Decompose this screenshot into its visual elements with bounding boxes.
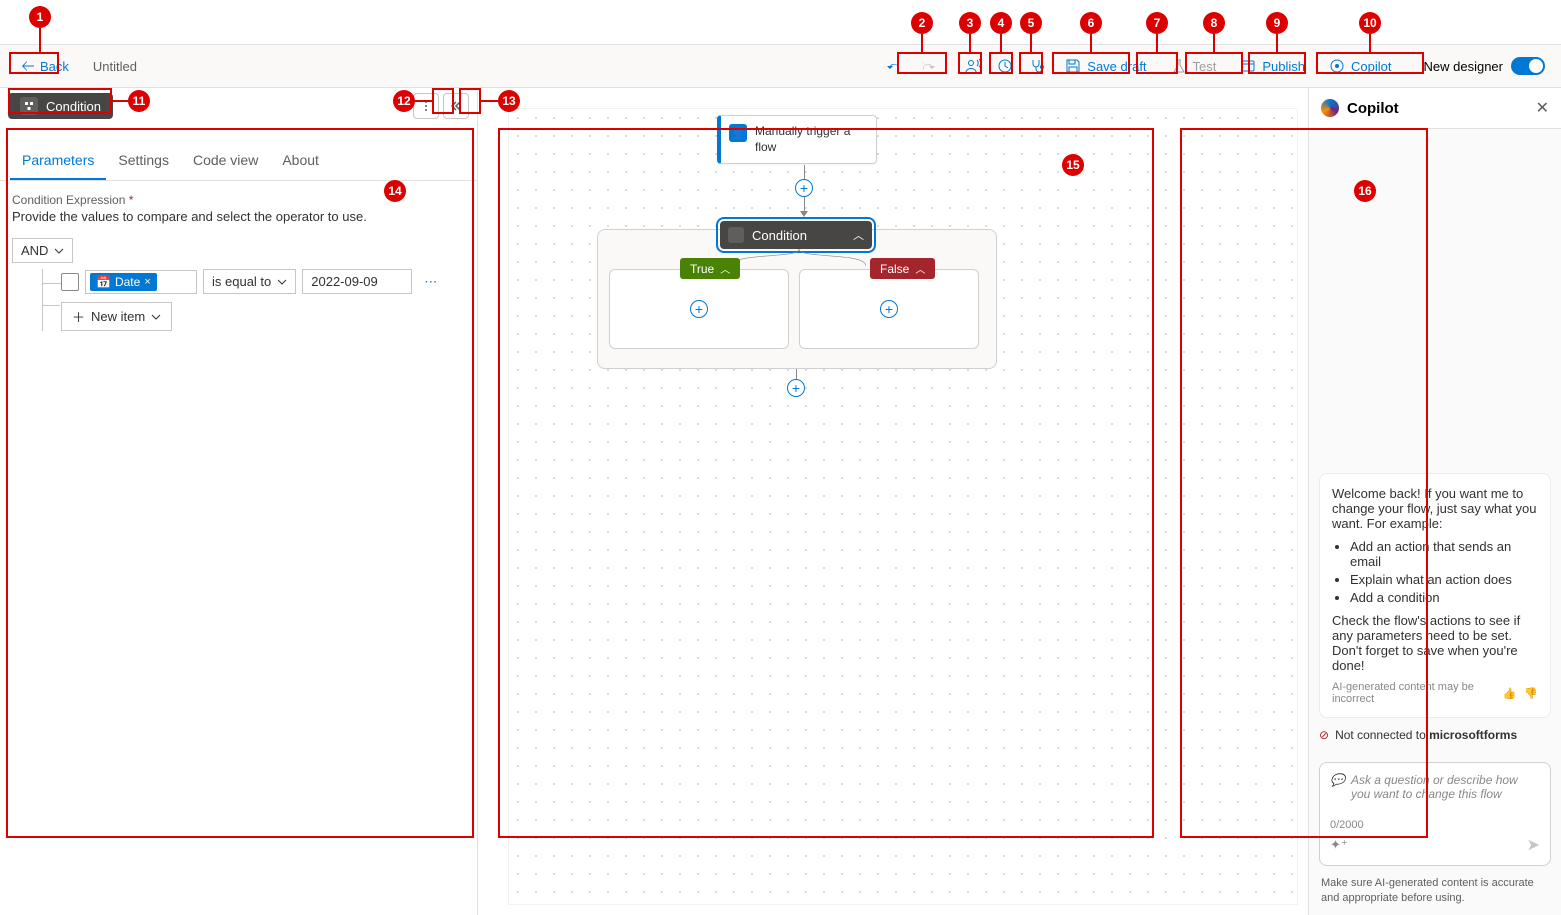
stethoscope-icon [1029,58,1045,74]
copilot-button[interactable]: Copilot [1319,52,1401,80]
row-more-button[interactable]: ⋯ [418,274,443,290]
flask-icon [1171,58,1187,74]
chevron-up-icon: ︿ [720,261,730,276]
true-branch[interactable]: True ︿ + [609,269,789,349]
chevron-up-icon: ︿ [915,261,925,276]
copilot-placeholder: Ask a question or describe how you want … [1351,773,1540,801]
right-operand-input[interactable]: 2022-09-09 [302,269,412,294]
more-vertical-icon [419,99,433,113]
close-copilot-button[interactable]: ✕ [1536,98,1549,118]
ai-disclaimer: AI-generated content may be incorrect [1332,681,1503,705]
publish-label: Publish [1262,59,1305,74]
action-title-chip: Condition [8,93,113,119]
warning-icon: ⊘ [1319,728,1329,742]
new-item-button[interactable]: ＋ New item [61,302,172,331]
undo-button[interactable] [881,52,909,80]
left-operand-input[interactable]: 📅 Date × [85,270,197,294]
arrow-left-icon [20,58,36,74]
manual-trigger-icon: 👤 [729,124,747,142]
sparkle-icon[interactable]: ✦⁺ [1330,837,1348,853]
copilot-label: Copilot [1351,59,1391,74]
redo-icon [919,58,935,74]
condition-node[interactable]: Condition ︿ [720,221,872,249]
copilot-input[interactable]: 💬 Ask a question or describe how you wan… [1319,762,1551,866]
condition-icon [20,97,38,115]
save-draft-label: Save draft [1087,59,1146,74]
tab-settings[interactable]: Settings [106,142,181,180]
test-label: Test [1193,59,1217,74]
field-description: Provide the values to compare and select… [12,209,465,224]
calendar-icon: 📅 [96,275,111,289]
logic-operator-dropdown[interactable]: AND [12,238,73,263]
undo-icon [887,58,903,74]
copilot-icon [1329,58,1345,74]
publish-button[interactable]: Publish [1230,52,1315,80]
chat-icon: 💬 [1330,773,1345,801]
condition-node-label: Condition [752,228,807,243]
add-step-true-button[interactable]: + [690,300,708,318]
feedback-button[interactable] [959,52,987,80]
false-branch[interactable]: False ︿ + [799,269,979,349]
dynamic-content-token[interactable]: 📅 Date × [90,273,157,291]
more-options-button[interactable] [413,93,439,119]
redo-button[interactable] [913,52,941,80]
edge-add-2: + [787,369,805,397]
add-step-false-button[interactable]: + [880,300,898,318]
test-button[interactable]: Test [1161,52,1227,80]
person-voice-icon [965,58,981,74]
save-draft-button[interactable]: Save draft [1055,52,1156,80]
add-step-button-2[interactable]: + [787,379,805,397]
send-button[interactable]: ➤ [1527,835,1540,855]
copilot-logo-icon [1321,99,1339,117]
trigger-node[interactable]: 👤 Manually trigger a flow [717,115,877,164]
back-label: Back [40,59,69,74]
field-label: Condition Expression * [12,193,465,207]
plus-icon: ＋ [72,307,85,326]
new-designer-toggle[interactable]: New designer [1416,53,1554,79]
tab-about[interactable]: About [270,142,331,180]
chevron-up-icon: ︿ [853,227,864,243]
add-step-button[interactable]: + [795,179,813,197]
chevron-double-left-icon [449,99,463,113]
chevron-down-icon [277,277,287,287]
trigger-label: Manually trigger a flow [755,124,866,155]
condition-row: 📅 Date × is equal to 2022-09-09 ⋯ [61,269,465,294]
action-title-label: Condition [46,99,101,114]
version-history-button[interactable] [991,52,1019,80]
row-checkbox[interactable] [61,273,79,291]
true-label: True ︿ [680,258,740,279]
copilot-header: Copilot ✕ [1309,88,1561,129]
toggle-switch-icon [1511,57,1545,75]
thumbs-up-button[interactable]: 👍 [1503,687,1517,700]
chevron-down-icon [151,312,161,322]
edge-add-1: + [795,165,813,217]
save-icon [1065,58,1081,74]
flow-checker-button[interactable] [1023,52,1051,80]
collapse-panel-button[interactable] [443,93,469,119]
close-icon[interactable]: × [144,276,150,288]
connection-warning: ⊘ Not connected to microsoftforms [1319,728,1551,742]
char-counter: 0/2000 [1330,819,1540,831]
tab-parameters[interactable]: Parameters [10,142,106,180]
copilot-footer-text: Make sure AI-generated content is accura… [1309,876,1561,915]
tab-code-view[interactable]: Code view [181,142,270,180]
flow-title[interactable]: Untitled [93,59,137,74]
condition-icon [728,227,744,243]
history-icon [997,58,1013,74]
chevron-down-icon [54,246,64,256]
operator-dropdown[interactable]: is equal to [203,269,296,294]
thumbs-down-button[interactable]: 👎 [1524,687,1538,700]
copilot-welcome-message: Welcome back! If you want me to change y… [1319,473,1551,718]
new-designer-label: New designer [1424,59,1504,74]
flow-canvas[interactable]: 👤 Manually trigger a flow + Condition ︿ [478,88,1308,915]
copilot-title: Copilot [1347,100,1399,117]
publish-icon [1240,58,1256,74]
back-button[interactable]: Back [8,52,81,80]
false-label: False ︿ [870,258,935,279]
